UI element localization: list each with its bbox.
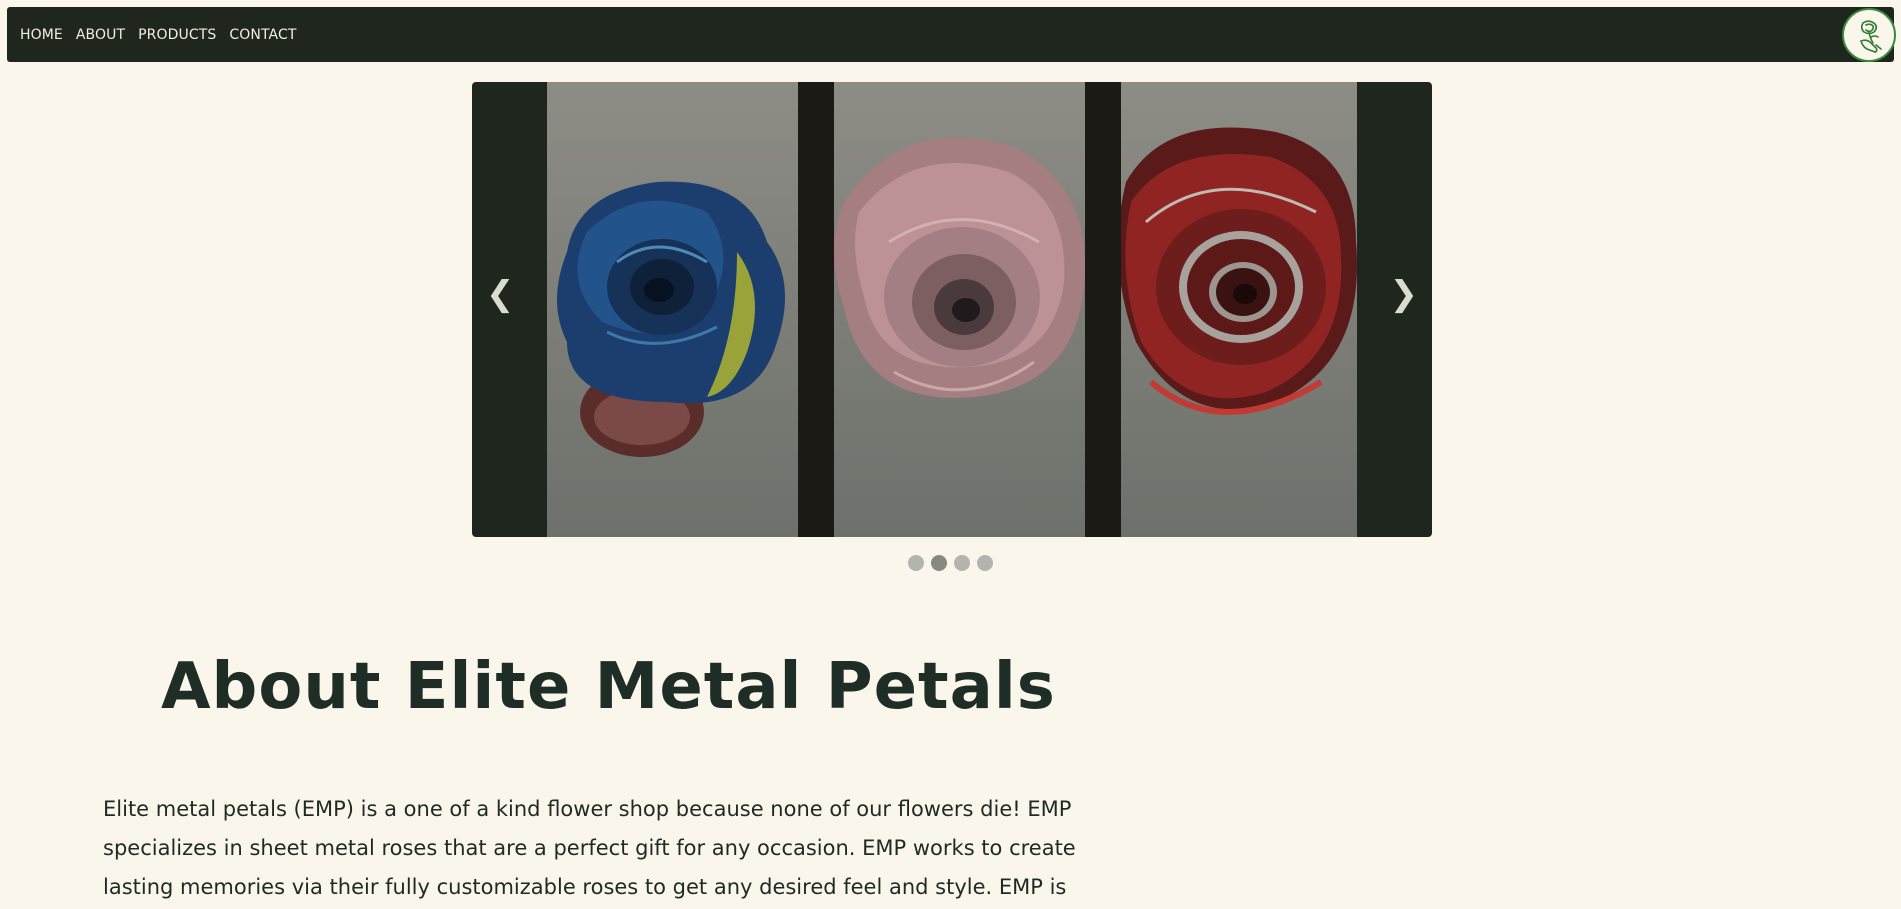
carousel-dot-3[interactable] <box>954 555 970 571</box>
image-carousel: ❮ ❯ <box>472 82 1432 537</box>
carousel-indicators <box>908 555 993 571</box>
nav-link-contact[interactable]: CONTACT <box>229 27 296 43</box>
carousel-dot-4[interactable] <box>977 555 993 571</box>
slide-pink-metal-rose <box>834 82 1085 537</box>
carousel-dot-1[interactable] <box>908 555 924 571</box>
about-title: About Elite Metal Petals <box>161 650 1056 724</box>
carousel-next-arrow[interactable]: ❯ <box>1390 277 1419 311</box>
about-paragraph: Elite metal petals (EMP) is a one of a k… <box>103 790 1103 907</box>
nav-link-products[interactable]: PRODUCTS <box>138 27 216 43</box>
slide-red-metal-rose <box>1121 82 1357 537</box>
about-paragraph-line: specializes in sheet metal roses that ar… <box>103 836 1076 860</box>
nav-link-home[interactable]: HOME <box>20 27 63 43</box>
slide-blue-yellow-metal-rose <box>547 82 798 537</box>
rose-hand-logo-icon[interactable] <box>1842 8 1896 62</box>
carousel-prev-arrow[interactable]: ❮ <box>486 277 515 311</box>
top-navbar: HOME ABOUT PRODUCTS CONTACT <box>7 7 1896 62</box>
nav-link-about[interactable]: ABOUT <box>76 27 125 43</box>
slide-strip <box>547 82 1357 537</box>
nav-links: HOME ABOUT PRODUCTS CONTACT <box>20 7 296 62</box>
about-paragraph-line: Elite metal petals (EMP) is a one of a k… <box>103 797 1072 821</box>
carousel-dot-2[interactable] <box>931 555 947 571</box>
about-paragraph-line: lasting memories via their fully customi… <box>103 875 1067 899</box>
